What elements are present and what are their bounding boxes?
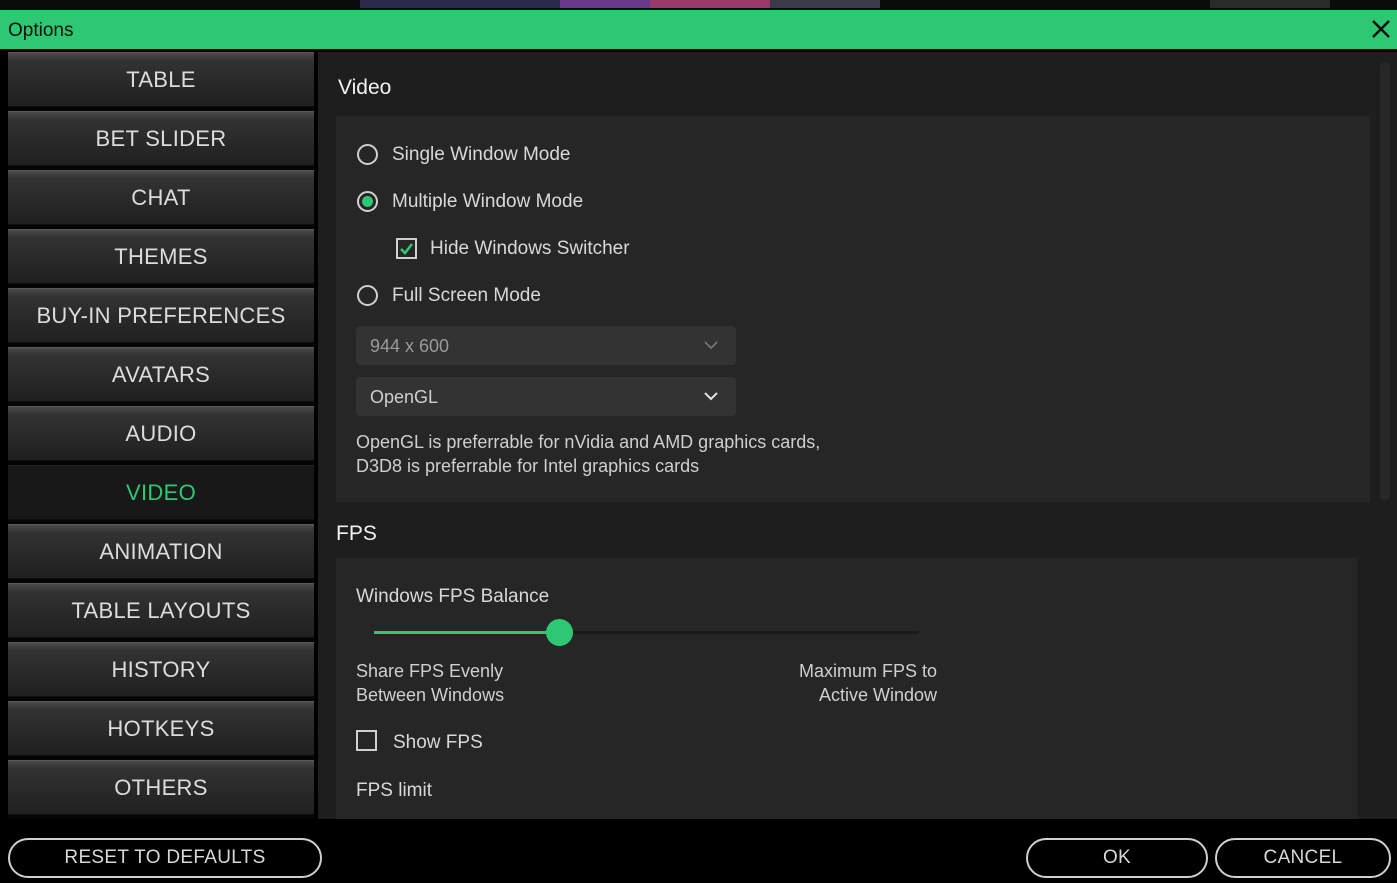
sidebar-item-table[interactable]: TABLE (8, 52, 314, 107)
sidebar-item-avatars[interactable]: AVATARS (8, 347, 314, 402)
close-icon[interactable] (1369, 17, 1393, 41)
sidebar-item-buy-in-preferences[interactable]: BUY-IN PREFERENCES (8, 288, 314, 343)
single-window-label: Single Window Mode (392, 144, 571, 165)
fps-balance-min-line-2: Between Windows (356, 685, 505, 705)
options-sidebar: TABLE BET SLIDER CHAT THEMES BUY-IN PREF… (8, 52, 314, 819)
single-window-radio[interactable] (357, 144, 378, 165)
fps-section-title: FPS (336, 522, 377, 545)
resolution-value: 944 x 600 (370, 336, 450, 356)
sidebar-item-history[interactable]: HISTORY (8, 642, 314, 697)
sidebar-item-chat[interactable]: CHAT (8, 170, 314, 225)
show-fps-checkbox[interactable] (356, 730, 377, 751)
renderer-select[interactable]: OpenGL (356, 377, 736, 416)
ok-button[interactable]: OK (1026, 838, 1208, 878)
full-screen-radio[interactable] (357, 285, 378, 306)
fps-balance-slider[interactable] (374, 631, 919, 634)
fps-limit-label: FPS limit (356, 780, 432, 801)
cancel-button[interactable]: CANCEL (1215, 838, 1391, 878)
show-fps-label: Show FPS (393, 732, 483, 753)
fps-balance-label: Windows FPS Balance (356, 586, 550, 607)
fps-panel: Windows FPS Balance Share FPS Evenly Bet… (336, 558, 1357, 819)
chevron-down-icon (704, 392, 718, 401)
renderer-note: OpenGL is preferrable for nVidia and AMD… (356, 430, 820, 478)
hide-switcher-label: Hide Windows Switcher (430, 238, 630, 259)
sidebar-item-audio[interactable]: AUDIO (8, 406, 314, 461)
renderer-note-line-2: D3D8 is preferrable for Intel graphics c… (356, 456, 700, 476)
title-bar: Options (0, 10, 1397, 49)
fps-balance-slider-knob[interactable] (545, 619, 573, 646)
checkmark-icon (400, 243, 414, 255)
full-screen-label: Full Screen Mode (392, 285, 541, 306)
video-panel: Single Window Mode Multiple Window Mode … (336, 116, 1370, 502)
renderer-value: OpenGL (370, 387, 439, 407)
settings-content: Video Single Window Mode Multiple Window… (318, 52, 1397, 819)
chevron-down-icon (704, 341, 718, 350)
background-app-strip (0, 0, 1397, 10)
video-section-title: Video (338, 76, 392, 99)
renderer-note-line-1: OpenGL is preferrable for nVidia and AMD… (356, 432, 821, 452)
fps-balance-max-line-1: Maximum FPS to (798, 661, 937, 681)
content-scrollbar[interactable] (1380, 62, 1390, 500)
sidebar-item-hotkeys[interactable]: HOTKEYS (8, 701, 314, 756)
fps-balance-min-label: Share FPS Evenly Between Windows (356, 659, 504, 707)
fps-balance-max-label: Maximum FPS to Active Window (799, 659, 937, 707)
sidebar-item-table-layouts[interactable]: TABLE LAYOUTS (8, 583, 314, 638)
multiple-window-label: Multiple Window Mode (392, 191, 584, 212)
fps-balance-min-line-1: Share FPS Evenly (356, 661, 504, 681)
fps-balance-max-line-2: Active Window (818, 685, 937, 705)
sidebar-item-others[interactable]: OTHERS (8, 760, 314, 815)
fps-balance-slider-fill (374, 631, 560, 634)
sidebar-item-bet-slider[interactable]: BET SLIDER (8, 111, 314, 166)
resolution-select[interactable]: 944 x 600 (356, 326, 736, 365)
reset-to-defaults-button[interactable]: RESET TO DEFAULTS (8, 838, 322, 878)
hide-switcher-checkbox[interactable] (396, 238, 417, 259)
window-title: Options (8, 20, 74, 41)
sidebar-item-themes[interactable]: THEMES (8, 229, 314, 284)
multiple-window-radio[interactable] (357, 191, 378, 212)
sidebar-item-animation[interactable]: ANIMATION (8, 524, 314, 579)
sidebar-item-video[interactable]: VIDEO (8, 465, 314, 520)
